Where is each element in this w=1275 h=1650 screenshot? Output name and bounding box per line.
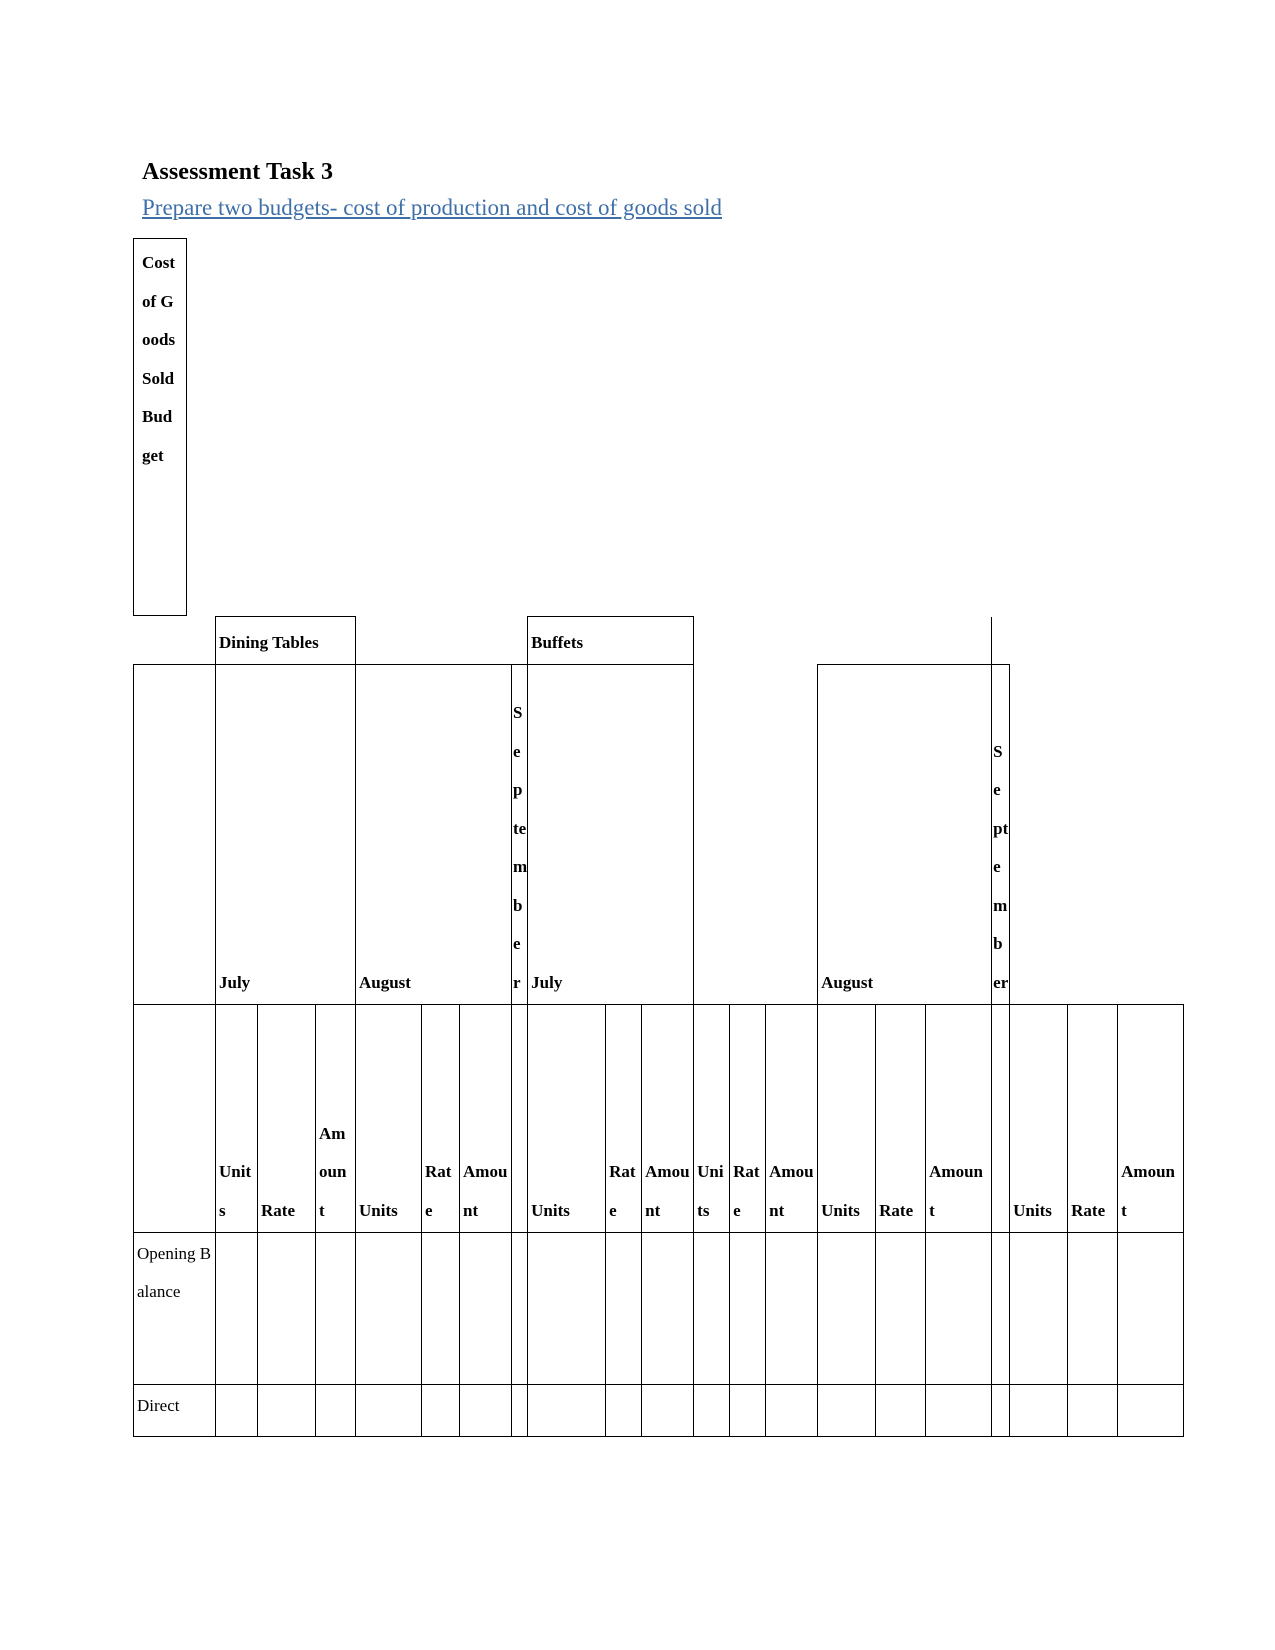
table-group-header-row: Dining Tables Buffets bbox=[133, 616, 1184, 665]
month-header-buffets-september: September bbox=[991, 664, 1011, 1005]
measure-header-amount-1: Amount bbox=[315, 1004, 356, 1233]
measure-header-amount-5: Amount bbox=[925, 1004, 993, 1233]
month-header-buffets-july: July bbox=[527, 664, 695, 1005]
measure-row-label-spacer bbox=[133, 1004, 216, 1233]
table-month-header-row: July August September July August Septem… bbox=[133, 664, 1184, 1005]
measure-header-units-5: Units bbox=[817, 1004, 877, 1233]
cell-opening-units-5[interactable] bbox=[817, 1232, 877, 1385]
row-label-direct: Direct bbox=[133, 1384, 216, 1437]
measure-header-units-6: Units bbox=[1009, 1004, 1069, 1233]
page-title: Assessment Task 3 bbox=[142, 159, 334, 186]
cell-opening-gap-2 bbox=[991, 1232, 1010, 1385]
cell-opening-amount-4[interactable] bbox=[765, 1232, 819, 1385]
cell-direct-rate-2[interactable] bbox=[421, 1384, 460, 1437]
measure-header-amount-6: Amount bbox=[1117, 1004, 1185, 1233]
cell-opening-rate-5[interactable] bbox=[875, 1232, 927, 1385]
table-measure-header-row: Units Rate Amount Units Rate Amount Unit… bbox=[133, 1004, 1185, 1233]
cell-direct-amount-2[interactable] bbox=[459, 1384, 512, 1437]
cost-of-goods-sold-table: Dining Tables Buffets July August Septem… bbox=[133, 616, 1185, 1437]
cell-direct-units-3[interactable] bbox=[527, 1384, 607, 1437]
measure-header-units-3: Units bbox=[527, 1004, 607, 1233]
group-header-gap-1 bbox=[512, 617, 528, 665]
cell-direct-units-4[interactable] bbox=[693, 1384, 731, 1437]
table-caption-cell: Cost of Goods Sold Budget bbox=[133, 238, 187, 616]
group-header-spacer-1 bbox=[355, 616, 512, 665]
measure-header-september-gap-1 bbox=[511, 1004, 528, 1233]
measure-header-rate-1: Rate bbox=[257, 1004, 316, 1233]
cell-opening-amount-1[interactable] bbox=[315, 1232, 356, 1385]
cell-direct-amount-1[interactable] bbox=[315, 1384, 356, 1437]
month-header-dining-july: July bbox=[215, 664, 356, 1005]
cell-opening-units-3[interactable] bbox=[527, 1232, 607, 1385]
cell-direct-rate-1[interactable] bbox=[257, 1384, 316, 1437]
measure-header-units-2: Units bbox=[355, 1004, 422, 1233]
measure-header-rate-3: Rate bbox=[605, 1004, 643, 1233]
cell-opening-units-4[interactable] bbox=[693, 1232, 731, 1385]
document-page: Assessment Task 3 Prepare two budgets- c… bbox=[0, 0, 1275, 1650]
measure-header-units-4: Units bbox=[693, 1004, 731, 1233]
measure-header-september-gap-2 bbox=[991, 1004, 1010, 1233]
measure-header-amount-4: Amount bbox=[765, 1004, 819, 1233]
month-header-trailing-spacer bbox=[1010, 665, 1184, 1005]
measure-header-rate-2: Rate bbox=[421, 1004, 460, 1233]
cell-direct-units-6[interactable] bbox=[1009, 1384, 1069, 1437]
cell-direct-amount-4[interactable] bbox=[765, 1384, 819, 1437]
month-header-buffets-august: August bbox=[817, 664, 993, 1005]
cell-opening-gap-1 bbox=[511, 1232, 528, 1385]
table-row: Direct bbox=[133, 1384, 1185, 1437]
measure-header-amount-2: Amount bbox=[459, 1004, 512, 1233]
cell-direct-amount-6[interactable] bbox=[1117, 1384, 1185, 1437]
cell-direct-rate-5[interactable] bbox=[875, 1384, 927, 1437]
row-label-opening-balance: Opening Balance bbox=[133, 1232, 216, 1385]
measure-header-rate-5: Rate bbox=[875, 1004, 927, 1233]
cell-opening-amount-6[interactable] bbox=[1117, 1232, 1185, 1385]
cell-direct-units-1[interactable] bbox=[215, 1384, 258, 1437]
cell-direct-units-5[interactable] bbox=[817, 1384, 877, 1437]
cell-opening-rate-3[interactable] bbox=[605, 1232, 643, 1385]
cell-opening-amount-2[interactable] bbox=[459, 1232, 512, 1385]
cell-direct-gap-1 bbox=[511, 1384, 528, 1437]
measure-header-units-1: Units bbox=[215, 1004, 258, 1233]
cell-opening-rate-2[interactable] bbox=[421, 1232, 460, 1385]
table-row: Opening Balance bbox=[133, 1232, 1185, 1385]
cell-direct-rate-6[interactable] bbox=[1067, 1384, 1119, 1437]
document-subtitle-link[interactable]: Prepare two budgets- cost of production … bbox=[142, 195, 722, 221]
cell-direct-units-2[interactable] bbox=[355, 1384, 422, 1437]
group-row-label-spacer bbox=[133, 616, 216, 665]
group-header-spacer-3 bbox=[818, 617, 992, 665]
group-header-spacer-4 bbox=[1010, 617, 1184, 665]
cell-opening-units-1[interactable] bbox=[215, 1232, 258, 1385]
cell-direct-amount-3[interactable] bbox=[641, 1384, 695, 1437]
cell-direct-rate-3[interactable] bbox=[605, 1384, 643, 1437]
measure-header-rate-4: Rate bbox=[729, 1004, 767, 1233]
cell-opening-rate-1[interactable] bbox=[257, 1232, 316, 1385]
month-header-buffets-july-extension bbox=[694, 665, 818, 1005]
month-row-label-spacer bbox=[133, 664, 216, 1005]
month-header-dining-august: August bbox=[355, 664, 512, 1005]
cell-opening-amount-5[interactable] bbox=[925, 1232, 993, 1385]
cell-direct-amount-5[interactable] bbox=[925, 1384, 993, 1437]
measure-header-amount-3: Amount bbox=[641, 1004, 695, 1233]
group-header-buffets: Buffets bbox=[527, 616, 695, 665]
cell-direct-rate-4[interactable] bbox=[729, 1384, 767, 1437]
cell-opening-units-2[interactable] bbox=[355, 1232, 422, 1385]
group-header-gap-2 bbox=[991, 616, 1010, 665]
cell-opening-rate-6[interactable] bbox=[1067, 1232, 1119, 1385]
cell-opening-units-6[interactable] bbox=[1009, 1232, 1069, 1385]
group-header-dining-tables: Dining Tables bbox=[215, 616, 356, 665]
month-header-dining-september: September bbox=[510, 664, 529, 1005]
cell-opening-amount-3[interactable] bbox=[641, 1232, 695, 1385]
cell-direct-gap-2 bbox=[991, 1384, 1010, 1437]
measure-header-rate-6: Rate bbox=[1067, 1004, 1119, 1233]
cell-opening-rate-4[interactable] bbox=[729, 1232, 767, 1385]
group-header-spacer-2 bbox=[694, 617, 818, 665]
